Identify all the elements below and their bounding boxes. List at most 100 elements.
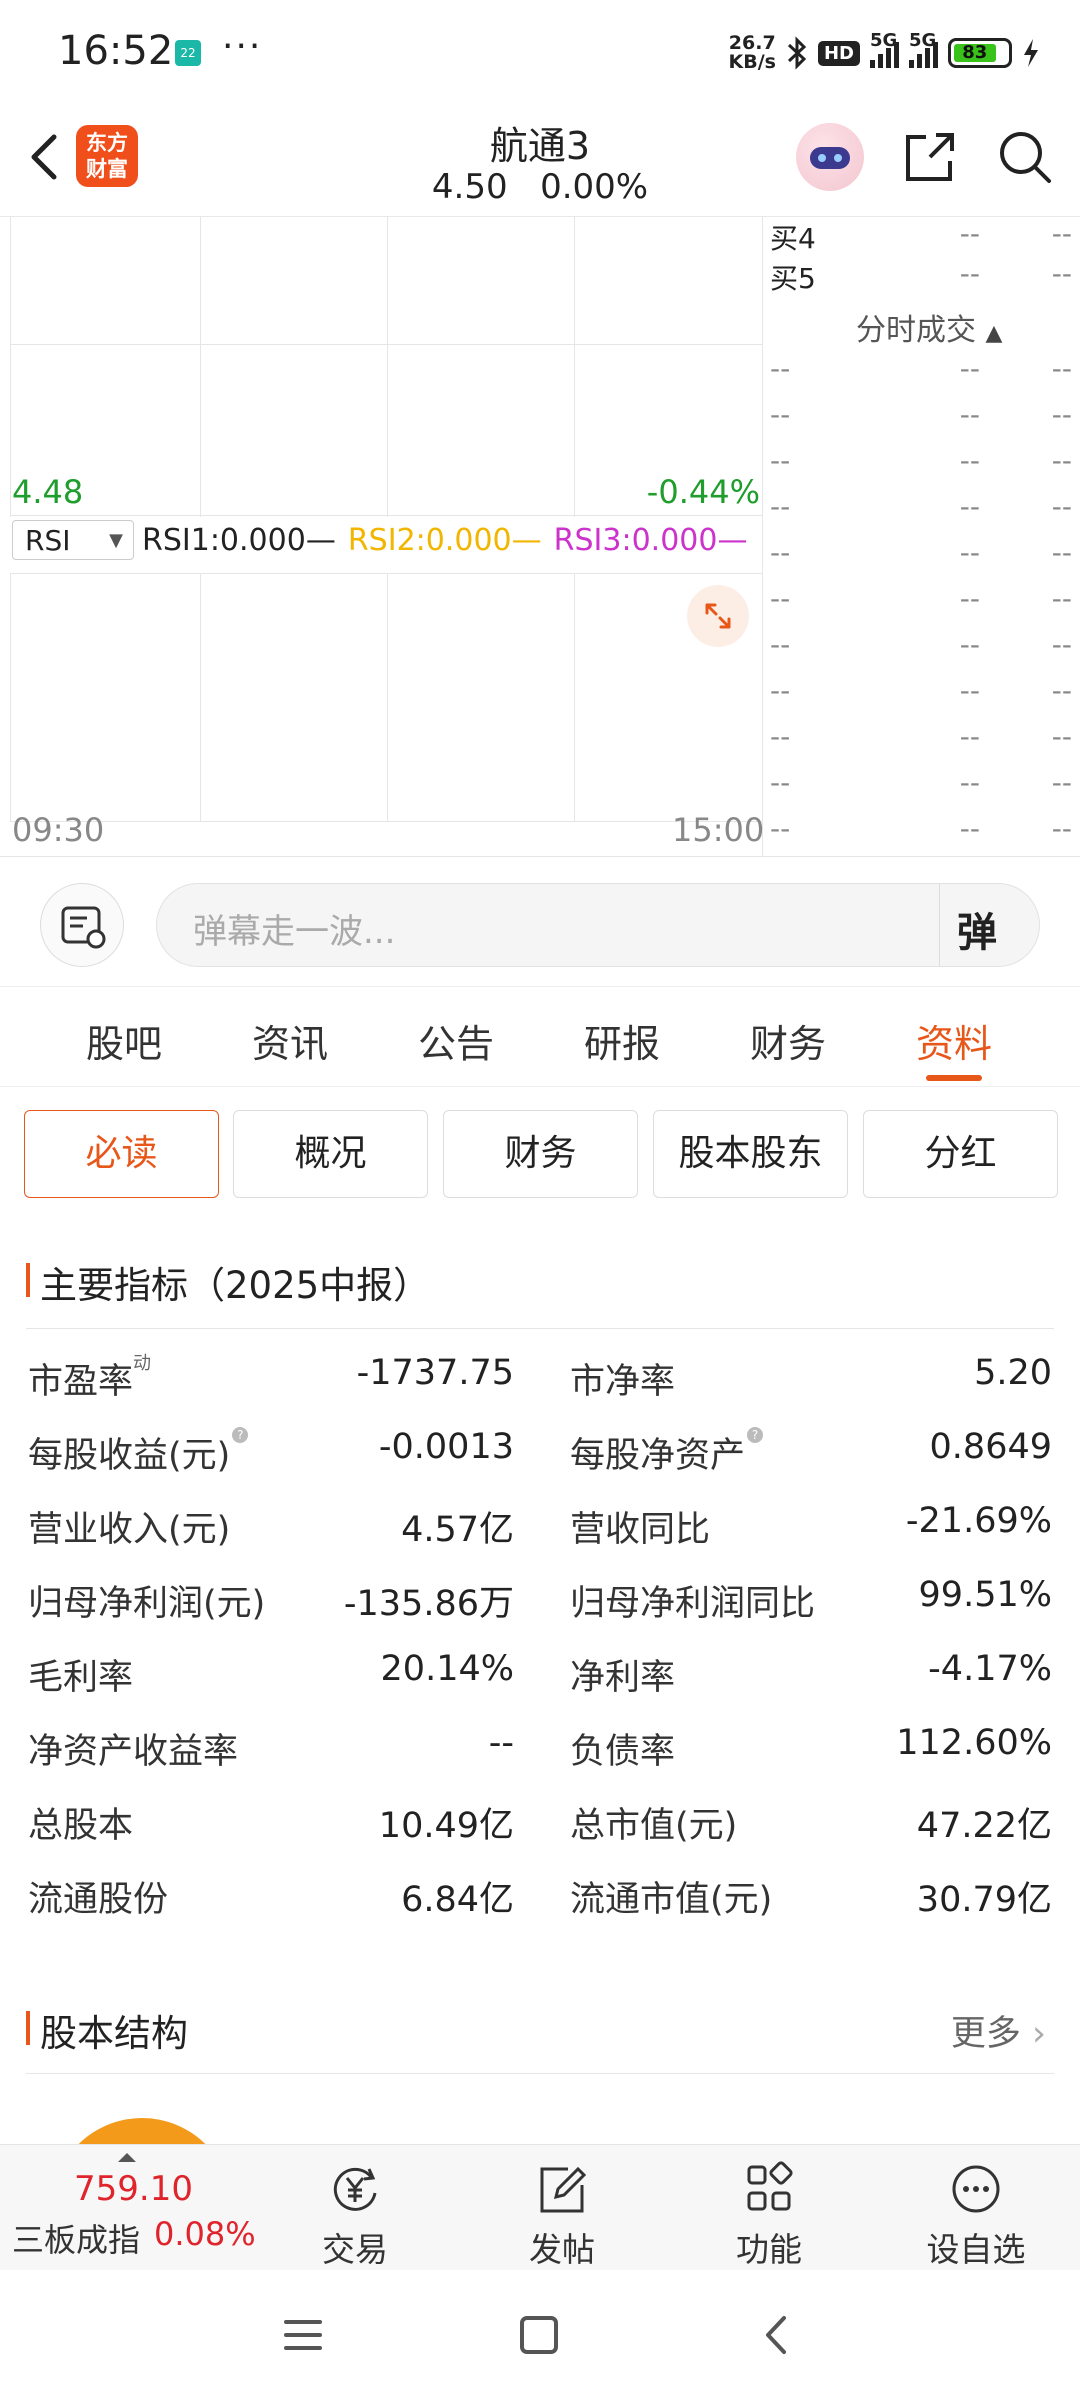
grid-icon (747, 2161, 793, 2211)
ticks-title[interactable]: 分时成交 ▲ (856, 305, 1002, 349)
metric-label: 净资产收益率 (28, 1732, 239, 1772)
tick-row: -- -- -- (770, 766, 1072, 799)
metric-value: 30.79亿 (916, 1880, 1052, 1920)
danmu-input[interactable]: 弹幕走一波... 弹 (156, 883, 1040, 967)
intraday-chart[interactable]: 4.48 -0.44% RSI ▼ RSI1:0.000— RSI2:0.000… (0, 217, 1080, 857)
metric-label: 归母净利润同比 (570, 1584, 816, 1624)
index-change[interactable]: 0.08% (154, 2215, 256, 2253)
metric-row: 每股收益(元)? -0.0013 每股净资产? 0.8649 (26, 1421, 1054, 1477)
help-icon[interactable]: ? (747, 1427, 764, 1443)
metrics-section-title: 主要指标（2025中报） (26, 1255, 430, 1309)
trade-button[interactable]: 交易 (285, 2155, 425, 2271)
functions-label: 功能 (736, 2230, 802, 2269)
metric-value: -21.69% (905, 1501, 1052, 1541)
trade-label: 交易 (322, 2230, 388, 2269)
signal-2-icon: 5G (909, 30, 938, 68)
more-notifications-icon: ··· (222, 26, 263, 67)
trade-icon (333, 2167, 377, 2211)
status-time: 16:52 (58, 28, 174, 74)
metric-value: -4.17% (928, 1649, 1052, 1689)
net-speed-unit: KB/s (728, 51, 776, 73)
tick-row: -- -- -- (770, 720, 1072, 753)
tab-guba[interactable]: 股吧 (64, 1013, 184, 1068)
more-link[interactable]: 更多 › (951, 2005, 1046, 2056)
subtab-shareholders[interactable]: 股本股东 (653, 1110, 848, 1198)
tick-row: -- -- -- (770, 444, 1072, 477)
danmu-settings-button[interactable] (40, 883, 124, 967)
rsi1-value: RSI1:0.000— (142, 522, 336, 558)
functions-button[interactable]: 功能 (699, 2155, 839, 2271)
net2-label: 5G (909, 30, 937, 51)
index-name[interactable]: 三板成指 (12, 2215, 140, 2261)
search-icon[interactable] (995, 127, 1055, 187)
signal-1-icon: 5G (870, 30, 899, 68)
post-button[interactable]: 发帖 (492, 2155, 632, 2271)
tick-row: -- -- -- (770, 628, 1072, 661)
metric-row: 营业收入(元) 4.57亿 营收同比 -21.69% (26, 1495, 1054, 1551)
tab-research[interactable]: 研报 (562, 1013, 682, 1068)
metric-value: 47.22亿 (916, 1806, 1052, 1846)
app-notification-icon: 22 (175, 40, 201, 66)
charging-icon (1024, 39, 1038, 67)
indicator-row: RSI ▼ RSI1:0.000— RSI2:0.000— RSI3:0.000… (12, 519, 747, 561)
tab-finance[interactable]: 财务 (728, 1013, 848, 1068)
metric-row: 净资产收益率 -- 负债率 112.60% (26, 1717, 1054, 1773)
stock-change: 0.00% (540, 167, 649, 207)
tab-news[interactable]: 资讯 (230, 1013, 350, 1068)
bluetooth-icon (787, 36, 807, 70)
tick-row: -- -- -- (770, 536, 1072, 569)
metric-value: -135.86万 (343, 1584, 514, 1624)
metric-row: 毛利率 20.14% 净利率 -4.17% (26, 1643, 1054, 1699)
subtab-must-read[interactable]: 必读 (24, 1110, 219, 1198)
help-icon[interactable]: ? (232, 1427, 249, 1443)
status-bar: 16:52 22 ··· 26.7 KB/s HD 5G 5G 83 (0, 0, 1080, 105)
subtab-finance[interactable]: 财务 (443, 1110, 638, 1198)
metric-label: 营收同比 (570, 1510, 711, 1550)
danmu-settings-icon (61, 906, 106, 949)
ai-assistant-icon[interactable] (796, 123, 864, 191)
metric-value: 5.20 (974, 1353, 1052, 1393)
battery-level: 83 (954, 44, 996, 62)
post-label: 发帖 (529, 2230, 595, 2269)
status-icons: 26.7 KB/s HD 5G 5G 83 (729, 30, 1040, 76)
metric-value: -0.0013 (378, 1427, 514, 1467)
indicator-select-label: RSI (25, 523, 71, 557)
metric-row: 总股本 10.49亿 总市值(元) 47.22亿 (26, 1791, 1054, 1847)
main-tabs: 股吧 资讯 公告 研报 财务 资料 (0, 987, 1080, 1087)
add-watchlist-label: 设自选 (926, 2230, 1026, 2269)
rsi2-value: RSI2:0.000— (347, 522, 542, 558)
metric-label: 市盈率动 (28, 1353, 152, 1402)
add-watchlist-button[interactable]: 设自选 (906, 2155, 1046, 2271)
danmu-bar: 弹幕走一波... 弹 (0, 857, 1080, 987)
battery-icon: 83 (948, 38, 1012, 68)
metric-value: 10.49亿 (378, 1806, 514, 1846)
index-value[interactable]: 759.10 (74, 2169, 193, 2209)
stock-price: 4.50 (431, 167, 508, 207)
bid-row: 买5 -- -- (770, 257, 1072, 295)
metric-label: 每股收益(元)? (28, 1427, 249, 1478)
metric-value: 112.60% (896, 1723, 1052, 1763)
metric-label: 总股本 (28, 1806, 134, 1846)
share-icon[interactable] (900, 127, 960, 187)
back-nav-icon[interactable] (756, 2314, 798, 2356)
tab-profile[interactable]: 资料 (894, 1013, 1014, 1068)
metric-value: -1737.75 (356, 1353, 514, 1393)
share-section-title: 股本结构 (26, 2003, 188, 2057)
danmu-toggle-button[interactable]: 弹 (957, 900, 997, 958)
indicator-select[interactable]: RSI ▼ (12, 520, 134, 560)
caret-up-icon[interactable] (118, 2153, 136, 2162)
home-icon[interactable] (518, 2314, 560, 2356)
subtab-overview[interactable]: 概况 (233, 1110, 428, 1198)
expand-chart-button[interactable] (687, 585, 749, 647)
net1-label: 5G (870, 30, 898, 51)
metric-label: 流通股份 (28, 1880, 169, 1920)
tick-row: -- -- -- (770, 582, 1072, 615)
active-tab-indicator (926, 1075, 982, 1081)
metric-label: 毛利率 (28, 1658, 134, 1698)
subtab-dividends[interactable]: 分红 (863, 1110, 1058, 1198)
metric-value: -- (488, 1723, 514, 1763)
metric-row: 归母净利润(元) -135.86万 归母净利润同比 99.51% (26, 1569, 1054, 1625)
menu-icon[interactable] (282, 2314, 324, 2356)
expand-icon (705, 603, 731, 629)
tab-announcements[interactable]: 公告 (396, 1013, 516, 1068)
